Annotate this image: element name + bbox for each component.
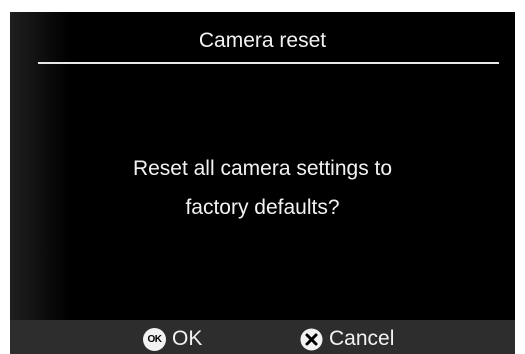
dialog-message: Reset all camera settings to factory def… <box>10 149 515 227</box>
x-circle-icon <box>300 328 323 351</box>
title-divider <box>38 62 499 64</box>
button-bar: OK OK Cancel <box>10 320 515 354</box>
ok-button-icon: OK <box>143 327 166 351</box>
cancel-label: Cancel <box>329 327 395 350</box>
message-line-1: Reset all camera settings to <box>132 157 393 180</box>
message-line-2: factory defaults? <box>185 196 340 219</box>
camera-screen: Camera reset Reset all camera settings t… <box>10 12 515 354</box>
ok-button[interactable]: OK OK <box>143 324 202 354</box>
dialog-title: Camera reset <box>198 29 327 52</box>
cancel-button[interactable]: Cancel <box>300 324 394 354</box>
ok-label: OK <box>172 327 203 350</box>
